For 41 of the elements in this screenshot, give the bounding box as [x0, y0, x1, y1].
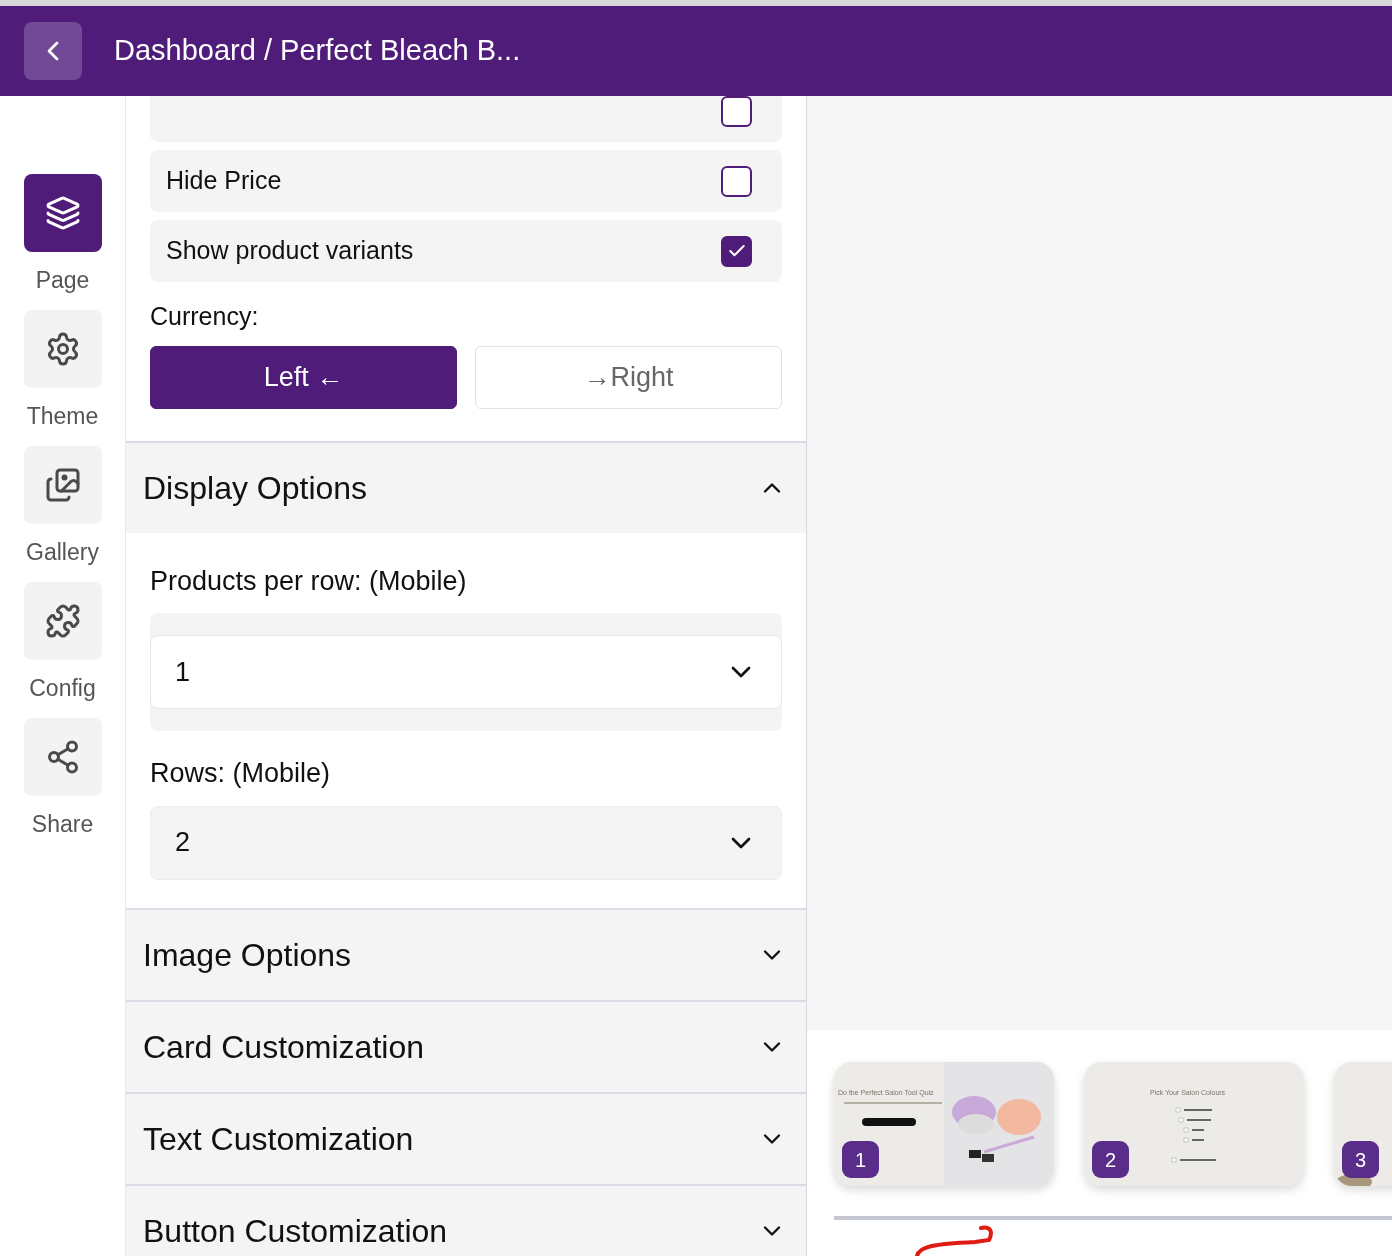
slide-number-badge: 1	[842, 1141, 879, 1178]
checkbox[interactable]	[721, 235, 752, 267]
checkbox[interactable]	[721, 165, 752, 197]
images-icon	[44, 467, 81, 503]
sidebar-button[interactable]	[23, 174, 102, 252]
accordion-header[interactable]: Text Customization	[126, 1091, 806, 1184]
section-title: Display Options	[143, 468, 368, 508]
field-label: Rows: (Mobile)	[150, 757, 332, 790]
sidebar-button[interactable]	[23, 582, 102, 660]
back-button[interactable]	[24, 22, 82, 80]
puzzle-icon	[44, 603, 81, 639]
layers-icon	[44, 195, 81, 231]
section-title: Card Customization	[143, 1027, 424, 1067]
slide-number-badge: 2	[1092, 1141, 1129, 1178]
accordion-header[interactable]: Image Options	[126, 907, 806, 1000]
sidebar-label: Config	[29, 676, 96, 700]
slide-thumbnail[interactable]: 3	[1334, 1062, 1392, 1186]
sidebar-label: Page	[35, 268, 90, 292]
section-title: Image Options	[143, 935, 352, 975]
sidebar-label: Gallery	[26, 540, 99, 564]
sidebar-label: Share	[31, 812, 94, 836]
slide-number-badge: 3	[1342, 1141, 1379, 1178]
accordion-header[interactable]: Display Options	[126, 440, 806, 533]
sidebar-button[interactable]	[23, 718, 102, 796]
section-title: Text Customization	[143, 1119, 414, 1159]
checkbox[interactable]	[721, 96, 752, 127]
field-label: Products per row: (Mobile)	[150, 564, 468, 598]
breadcrumb: Dashboard / Perfect Bleach B...	[114, 33, 521, 69]
select-field[interactable]: 2	[150, 805, 782, 880]
accordion-header[interactable]: Card Customization	[126, 999, 806, 1092]
option-label: Hide Price	[166, 165, 282, 197]
option-label: Show product variants	[166, 235, 414, 267]
sidebar-label: Theme	[26, 404, 99, 428]
currency-label: Currency:	[150, 301, 260, 332]
sidebar-button[interactable]	[23, 310, 102, 388]
accordion-header[interactable]: Button Customization	[126, 1183, 806, 1256]
currency-position-button[interactable]: Left ←	[150, 345, 457, 409]
sidebar-button[interactable]	[23, 446, 102, 524]
section-title: Button Customization	[143, 1211, 448, 1251]
select-field[interactable]: 1	[150, 635, 782, 709]
currency-position-button[interactable]: →Right	[475, 345, 782, 409]
